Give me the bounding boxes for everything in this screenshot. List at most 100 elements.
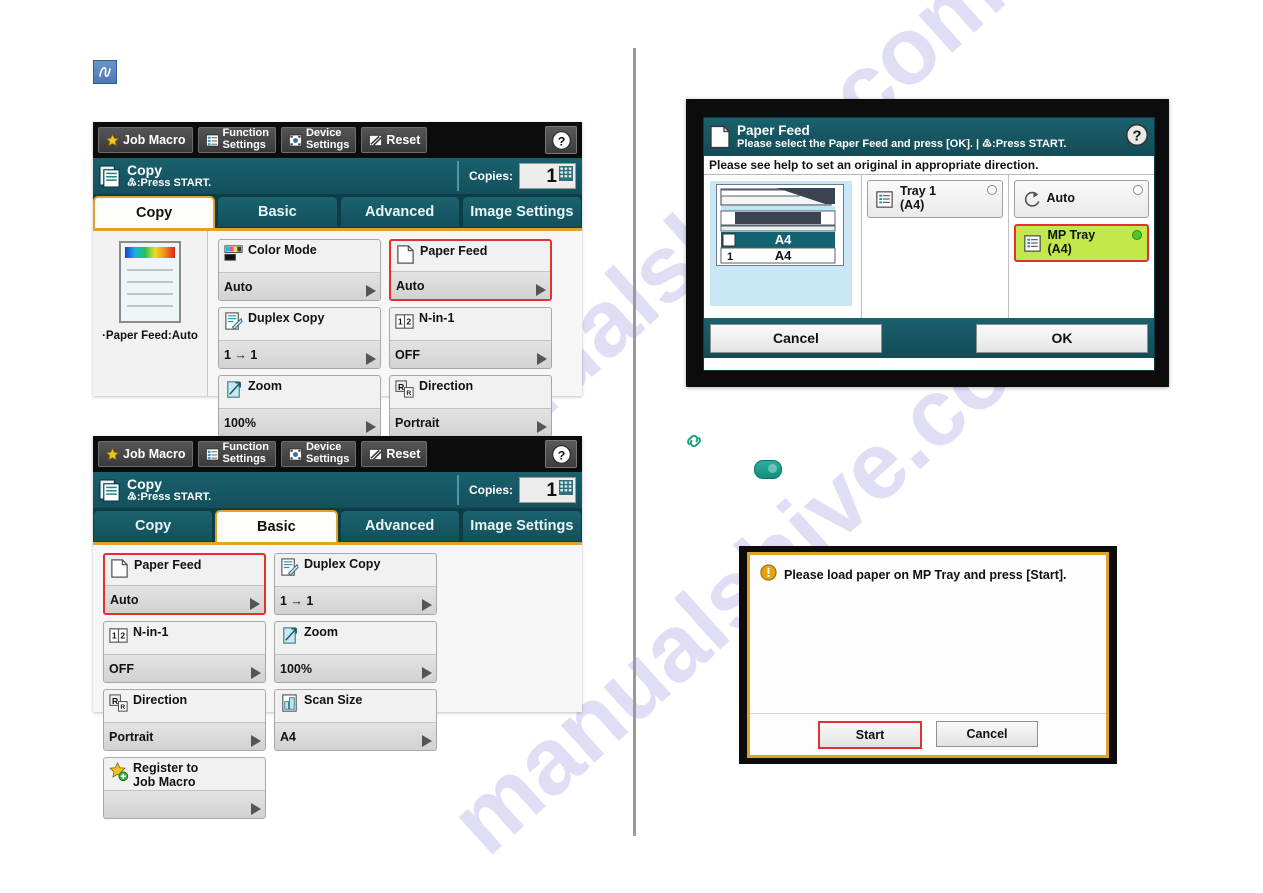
tile-label: Register to Job Macro (133, 761, 199, 789)
function-settings-button[interactable]: Function Settings (197, 441, 276, 467)
paper-feed-option-auto[interactable]: Auto (1013, 180, 1149, 218)
job-macro-button[interactable]: Job Macro (98, 127, 193, 153)
status-bar: Copy ♳:Press START. Copies: 1 (93, 158, 582, 194)
device-icon (288, 447, 303, 462)
top-toolbar: Job Macro Function Settings Device Setti… (93, 122, 582, 158)
tile-header: Scan Size (275, 690, 436, 723)
svg-text:?: ? (557, 448, 565, 462)
paper-feed-option-column-left: Tray 1 (A4) (862, 175, 1008, 318)
paper-feed-dialog: Paper Feed Please select the Paper Feed … (686, 99, 1169, 387)
tab-basic[interactable]: Basic (215, 510, 338, 542)
tab-image-settings[interactable]: Image Settings (461, 510, 582, 541)
radio-indicator[interactable] (986, 185, 997, 195)
tile-zoom[interactable]: Zoom 100% (274, 621, 437, 683)
tile-duplex-copy[interactable]: Duplex Copy 1 → 1 (218, 307, 381, 369)
cancel-button[interactable]: Cancel (936, 721, 1038, 747)
tile-label: Duplex Copy (304, 557, 381, 571)
page-divider (633, 48, 636, 836)
printer-graphic: A4 1 A4 (710, 181, 852, 306)
status-title: Copy (127, 475, 162, 492)
tab-basic[interactable]: Basic (217, 196, 338, 227)
svg-text:R: R (406, 390, 411, 397)
paper-feed-icon (395, 244, 416, 265)
printer-illustration: A4 1 A4 (716, 184, 844, 266)
status-bar: Copy ♳:Press START. Copies: 1 (93, 472, 582, 508)
start-button[interactable]: Start (818, 721, 922, 749)
tile-value: 100% (280, 661, 312, 676)
message-dialog-inner: Please load paper on MP Tray and press [… (747, 552, 1109, 758)
panel-body: Paper Feed Auto Duplex Copy 1 → 1 1 2 N-in-1 OF… (93, 545, 582, 819)
chevron-right-icon (537, 421, 547, 433)
tile-value-row: Portrait (390, 408, 551, 436)
tile-label: Paper Feed (420, 244, 488, 258)
tile-label: Zoom (304, 625, 339, 639)
job-macro-button[interactable]: Job Macro (98, 441, 193, 467)
tile-direction[interactable]: R R Direction Portrait (389, 375, 552, 437)
tile-value: Auto (224, 279, 253, 294)
paper-feed-option-label: Auto (1046, 191, 1075, 206)
tile-value-row: Auto (219, 272, 380, 300)
copies-value: 1 (546, 479, 557, 501)
printer-graphic-area: A4 1 A4 (704, 175, 862, 318)
reset-button[interactable]: Reset (361, 127, 428, 153)
help-icon: ? (1125, 123, 1149, 146)
device-settings-button[interactable]: Device Settings (280, 127, 357, 153)
svg-text:A4: A4 (775, 248, 792, 263)
direction-icon: RR (108, 693, 129, 714)
svg-text:1: 1 (112, 630, 117, 640)
tile-value-row: OFF (104, 654, 265, 682)
tile-value: A4 (280, 729, 296, 744)
tab-advanced[interactable]: Advanced (339, 196, 460, 227)
tile-zoom[interactable]: Zoom 100% (218, 375, 381, 437)
tab-image-settings[interactable]: Image Settings (461, 196, 582, 227)
tile-n-in-1[interactable]: 1 2 N-in-1 OFF (103, 621, 266, 683)
chevron-right-icon (251, 735, 261, 747)
tile-label: Duplex Copy (248, 311, 325, 325)
tile-header: Zoom (219, 376, 380, 409)
paper-feed-note: Please see help to set an original in ap… (704, 156, 1154, 175)
scan-size-icon (279, 693, 300, 714)
reset-button[interactable]: Reset (361, 441, 428, 467)
tile-header: Duplex Copy (275, 554, 436, 587)
tile-label: Zoom (248, 379, 283, 393)
tile-value-row: 100% (275, 654, 436, 682)
tile-duplex-copy[interactable]: Duplex Copy 1 → 1 (274, 553, 437, 615)
duplex-copy-icon (279, 557, 300, 578)
help-button[interactable]: ? (545, 126, 577, 154)
help-button[interactable]: ? (1125, 123, 1149, 152)
message-text: Please load paper on MP Tray and press [… (784, 568, 1067, 582)
device-settings-button[interactable]: Device Settings (280, 441, 357, 467)
tile-color-mode[interactable]: Color Mode Auto (218, 239, 381, 301)
help-icon: ? (551, 444, 571, 464)
tab-advanced[interactable]: Advanced (339, 510, 460, 541)
tile-register-to-job-macro[interactable]: Register to Job Macro (103, 757, 266, 819)
copies-value-box[interactable]: 1 (519, 163, 576, 189)
tile-header: Register to Job Macro (104, 758, 265, 791)
help-button[interactable]: ? (545, 440, 577, 468)
tile-value-row: Auto (105, 585, 264, 613)
tile-paper-feed[interactable]: Paper Feed Auto (389, 239, 552, 301)
tile-paper-feed[interactable]: Paper Feed Auto (103, 553, 266, 615)
tile-scan-size[interactable]: Scan Size A4 (274, 689, 437, 751)
keypad-icon (559, 166, 573, 186)
copy-screen-panel-copy-tab: Job Macro Function Settings Device Setti… (93, 122, 582, 437)
tab-copy[interactable]: Copy (93, 196, 216, 228)
tile-value-row: 1 → 1 (219, 340, 380, 368)
tile-value-row: A4 (275, 722, 436, 750)
tab-copy[interactable]: Copy (93, 510, 214, 541)
copies-group: Copies: 1 (456, 161, 576, 191)
copies-value: 1 (546, 165, 557, 187)
paper-feed-title: Paper Feed (737, 122, 810, 138)
radio-indicator[interactable] (1133, 185, 1143, 195)
tile-direction[interactable]: R R Direction Portrait (103, 689, 266, 751)
paper-feed-option-tray-1[interactable]: Tray 1 (A4) (867, 180, 1003, 218)
tile-n-in-1[interactable]: 1 2 N-in-1 OFF (389, 307, 552, 369)
radio-indicator[interactable] (1132, 230, 1142, 240)
cancel-button[interactable]: Cancel (710, 323, 882, 353)
svg-text:2: 2 (120, 630, 125, 640)
tile-label: Direction (419, 379, 474, 393)
paper-feed-option-mp-tray[interactable]: MP Tray (A4) (1013, 224, 1149, 262)
function-settings-button[interactable]: Function Settings (197, 127, 276, 153)
copies-value-box[interactable]: 1 (519, 477, 576, 503)
ok-button[interactable]: OK (976, 323, 1148, 353)
